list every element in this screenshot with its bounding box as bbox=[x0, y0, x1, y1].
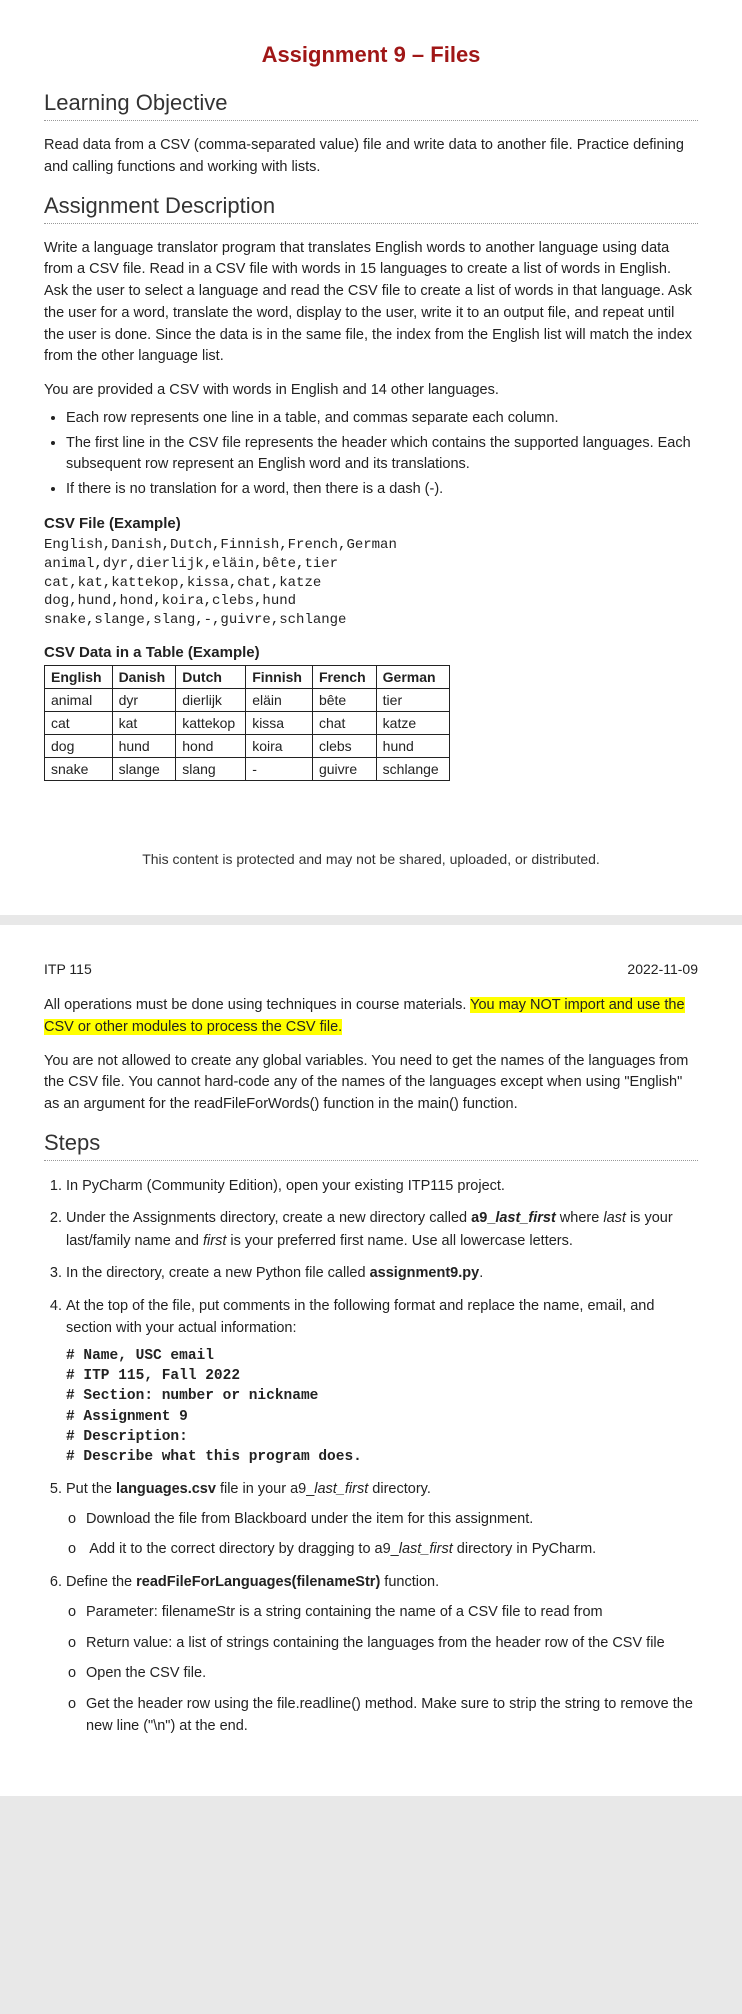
ital: first bbox=[203, 1233, 226, 1249]
ital: last bbox=[603, 1210, 626, 1226]
desc-p2: You are provided a CSV with words in Eng… bbox=[44, 380, 698, 402]
step-5: Put the languages.csv file in your a9_la… bbox=[66, 1478, 698, 1561]
learning-text: Read data from a CSV (comma-separated va… bbox=[44, 135, 698, 179]
csv-table: English Danish Dutch Finnish French Germ… bbox=[44, 665, 450, 781]
td: dog bbox=[45, 735, 113, 758]
text: is your preferred first name. Use all lo… bbox=[226, 1233, 573, 1249]
text: In the directory, create a new Python fi… bbox=[66, 1265, 370, 1281]
td: chat bbox=[312, 712, 376, 735]
td: - bbox=[246, 758, 313, 781]
text: where bbox=[556, 1210, 604, 1226]
sub-list: Download the file from Blackboard under … bbox=[66, 1508, 698, 1561]
bold: assignment9.py bbox=[370, 1265, 480, 1281]
csv-file-head: CSV File (Example) bbox=[44, 515, 698, 532]
text: directory. bbox=[368, 1481, 431, 1497]
th: Dutch bbox=[176, 666, 246, 689]
sub-item: Open the CSV file. bbox=[86, 1662, 698, 1684]
th: English bbox=[45, 666, 113, 689]
td: koira bbox=[246, 735, 313, 758]
th: Danish bbox=[112, 666, 176, 689]
section-steps: Steps bbox=[44, 1130, 698, 1156]
divider bbox=[44, 120, 698, 121]
td: animal bbox=[45, 689, 113, 712]
page-header: ITP 115 2022-11-09 bbox=[44, 961, 698, 977]
section-learning: Learning Objective bbox=[44, 90, 698, 116]
td: kissa bbox=[246, 712, 313, 735]
divider bbox=[44, 223, 698, 224]
td: katze bbox=[376, 712, 449, 735]
td: guivre bbox=[312, 758, 376, 781]
text: . bbox=[479, 1265, 483, 1281]
csv-table-head: CSV Data in a Table (Example) bbox=[44, 644, 698, 661]
td: slange bbox=[112, 758, 176, 781]
th: Finnish bbox=[246, 666, 313, 689]
td: clebs bbox=[312, 735, 376, 758]
sub-item: Add it to the correct directory by dragg… bbox=[86, 1538, 698, 1560]
th: German bbox=[376, 666, 449, 689]
ital: last_first bbox=[399, 1541, 453, 1557]
section-description: Assignment Description bbox=[44, 193, 698, 219]
td: slang bbox=[176, 758, 246, 781]
bullet: If there is no translation for a word, t… bbox=[66, 479, 698, 501]
td: tier bbox=[376, 689, 449, 712]
td: bête bbox=[312, 689, 376, 712]
sub-item: Download the file from Blackboard under … bbox=[86, 1508, 698, 1530]
step-1: In PyCharm (Community Edition), open you… bbox=[66, 1175, 698, 1197]
td: cat bbox=[45, 712, 113, 735]
bullet: Each row represents one line in a table,… bbox=[66, 408, 698, 430]
divider bbox=[44, 1160, 698, 1161]
text: function. bbox=[380, 1574, 439, 1590]
page-1: Assignment 9 – Files Learning Objective … bbox=[0, 0, 742, 915]
text: Define the bbox=[66, 1574, 136, 1590]
text: At the top of the file, put comments in … bbox=[66, 1298, 654, 1336]
text: All operations must be done using techni… bbox=[44, 997, 470, 1013]
td: snake bbox=[45, 758, 113, 781]
sub-item: Return value: a list of strings containi… bbox=[86, 1632, 698, 1654]
th: French bbox=[312, 666, 376, 689]
td: dierlijk bbox=[176, 689, 246, 712]
text: directory in PyCharm. bbox=[453, 1541, 596, 1557]
csv-block: English,Danish,Dutch,Finnish,French,Germ… bbox=[44, 536, 698, 630]
text: file in your a9_ bbox=[216, 1481, 314, 1497]
ital: last_first bbox=[314, 1481, 368, 1497]
td: hond bbox=[176, 735, 246, 758]
sub-item: Get the header row using the file.readli… bbox=[86, 1693, 698, 1738]
step-3: In the directory, create a new Python fi… bbox=[66, 1262, 698, 1284]
course-code: ITP 115 bbox=[44, 961, 92, 977]
step-4: At the top of the file, put comments in … bbox=[66, 1295, 698, 1468]
td: hund bbox=[376, 735, 449, 758]
doc-title: Assignment 9 – Files bbox=[44, 42, 698, 68]
td: kat bbox=[112, 712, 176, 735]
text: Put the bbox=[66, 1481, 116, 1497]
td: hund bbox=[112, 735, 176, 758]
sub-list: Parameter: filenameStr is a string conta… bbox=[66, 1601, 698, 1737]
code-comment: # Name, USC email # ITP 115, Fall 2022 #… bbox=[66, 1346, 698, 1468]
text: Under the Assignments directory, create … bbox=[66, 1210, 471, 1226]
page-date: 2022-11-09 bbox=[627, 961, 698, 977]
step-6: Define the readFileForLanguages(filename… bbox=[66, 1571, 698, 1738]
text: Add it to the correct directory by dragg… bbox=[89, 1541, 399, 1557]
desc-p1: Write a language translator program that… bbox=[44, 238, 698, 369]
page-2: ITP 115 2022-11-09 All operations must b… bbox=[0, 925, 742, 1796]
bold: a9_a9_last_firstlast_first bbox=[471, 1210, 556, 1226]
bold: readFileForLanguages(filenameStr) bbox=[136, 1574, 380, 1590]
p2-globals: You are not allowed to create any global… bbox=[44, 1051, 698, 1116]
sub-item: Parameter: filenameStr is a string conta… bbox=[86, 1601, 698, 1623]
footer-note: This content is protected and may not be… bbox=[44, 851, 698, 867]
desc-bullets: Each row represents one line in a table,… bbox=[44, 408, 698, 501]
td: eläin bbox=[246, 689, 313, 712]
td: schlange bbox=[376, 758, 449, 781]
step-2: Under the Assignments directory, create … bbox=[66, 1207, 698, 1252]
td: kattekop bbox=[176, 712, 246, 735]
steps-list: In PyCharm (Community Edition), open you… bbox=[44, 1175, 698, 1738]
p2-restriction: All operations must be done using techni… bbox=[44, 995, 698, 1039]
bullet: The first line in the CSV file represent… bbox=[66, 433, 698, 477]
bold: languages.csv bbox=[116, 1481, 216, 1497]
td: dyr bbox=[112, 689, 176, 712]
